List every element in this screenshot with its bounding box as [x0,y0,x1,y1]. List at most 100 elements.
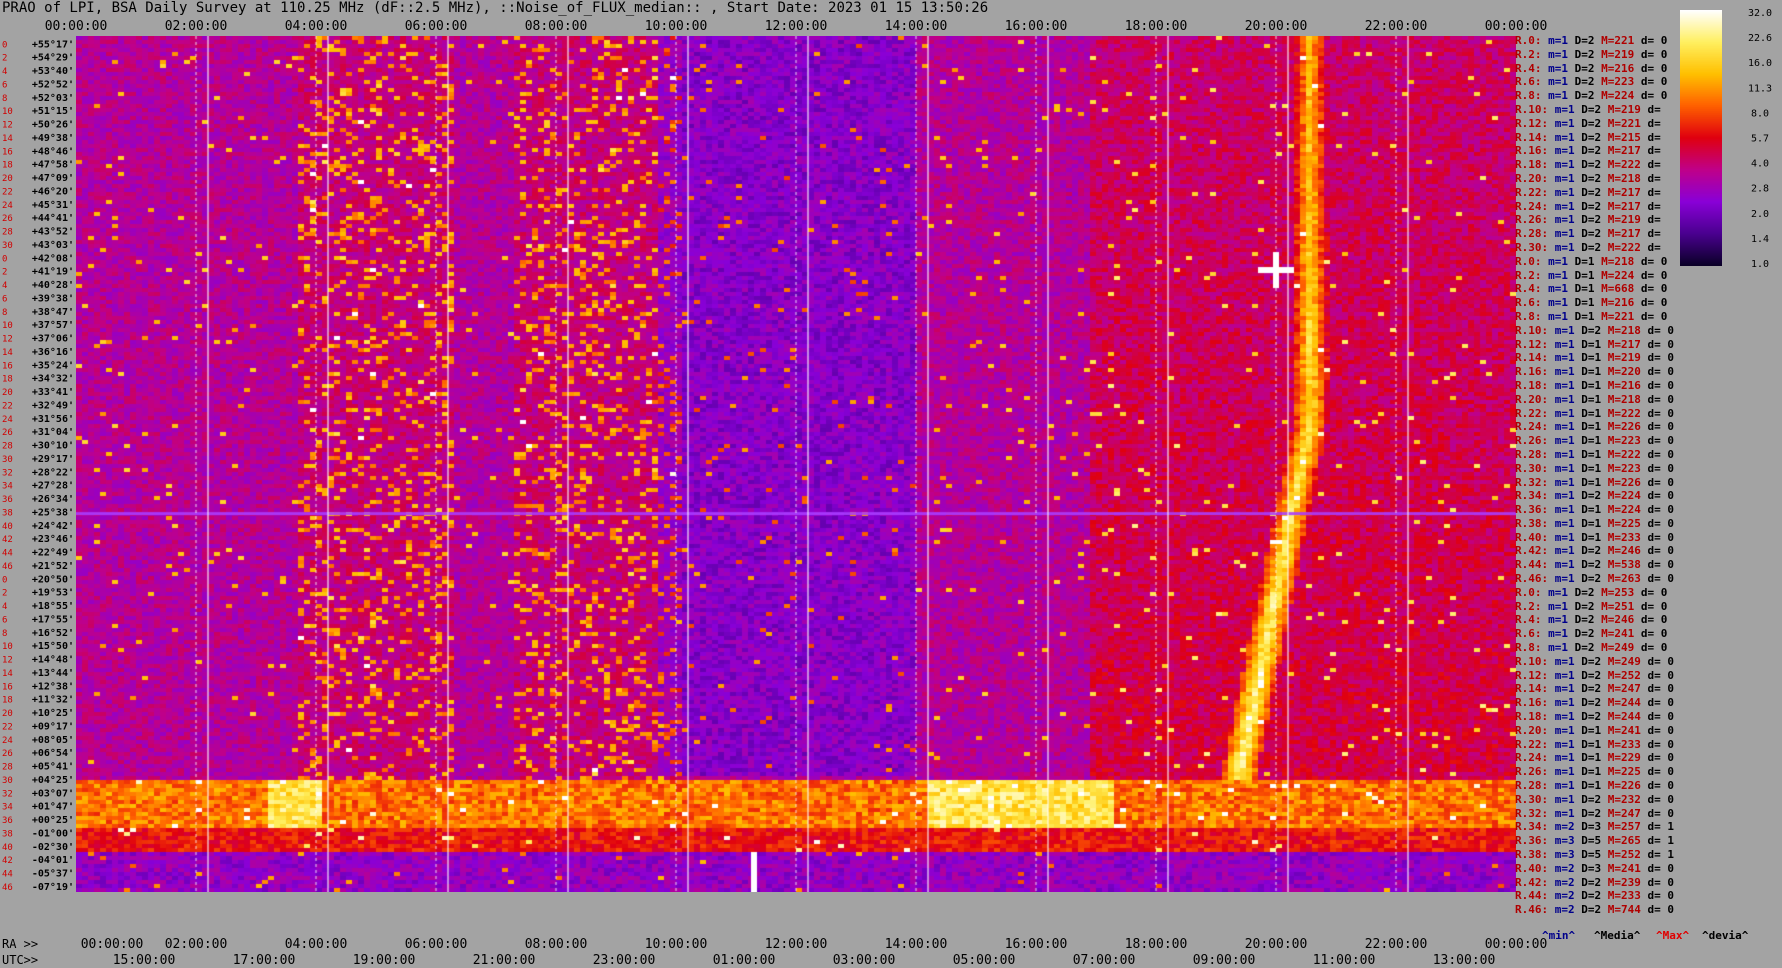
row-stat: R.6: m=1 D=2 M=223 d= 0 [1515,75,1674,89]
stat-value: 217 [1621,144,1641,158]
stat-key [1634,641,1641,654]
dec-label: +37°06' [32,334,74,345]
stat-key: m= [1548,61,1562,75]
stat-value: 1 [1561,47,1568,61]
stat-value: 1 [1568,668,1575,682]
stat-key: m= [1554,420,1568,434]
stat-value: R.8: [1515,641,1542,655]
stat-value: 0 [1667,406,1674,420]
row-stat: R.28: m=1 D=1 M=222 d= 0 [1515,448,1674,462]
top-tick-label: 22:00:00 [1365,19,1428,34]
stat-value: 0 [1660,627,1668,641]
stat-key: D= [1581,130,1595,144]
stat-value: 1 [1568,779,1575,793]
stat-key [1641,503,1648,516]
stat-value: R.38: [1515,848,1549,862]
stat-key [1568,255,1575,268]
stat-key: M= [1607,337,1621,351]
colorbar-tick-label: 22.6 [1748,33,1772,44]
stat-key [1568,296,1575,309]
colorbar-tick-label: 1.4 [1751,234,1769,245]
utc-tick-label: 09:00:00 [1193,953,1256,968]
stat-key [1641,696,1648,709]
stat-key: M= [1607,227,1621,241]
stat-key [1634,282,1641,295]
stat-value: R.42: [1515,875,1549,889]
stat-key: m= [1548,47,1562,61]
stat-key: m= [1548,89,1562,103]
row-index-label: 30 [2,776,13,786]
stat-key [1548,158,1555,171]
stat-value: 224 [1614,268,1635,282]
stat-key: M= [1607,171,1621,185]
stat-value: R.10: [1515,654,1549,668]
dec-label: -05°37' [32,869,74,880]
stat-value: 3 [1568,848,1575,862]
stat-key [1548,227,1555,240]
stat-value: 1 [1587,296,1595,310]
stat-key: m= [1554,530,1568,544]
stat-key: d= [1647,461,1668,475]
dec-label: +10°25' [32,708,74,719]
stat-key [1568,282,1575,295]
stat-value: R.26: [1515,434,1549,448]
stat-key: M= [1607,820,1621,834]
stat-key: m= [1554,185,1568,199]
dec-label: +45°31' [32,200,74,211]
dec-label: +47°09' [32,173,74,184]
stat-key: m= [1554,406,1568,420]
stat-key: D= [1574,34,1588,47]
stat-value: 1 [1568,378,1575,392]
stat-key: M= [1607,392,1621,406]
stat-key: d= [1640,599,1661,613]
stat-value: R.14: [1515,682,1549,696]
stat-value: 221 [1621,116,1641,130]
stat-value: R.12: [1515,668,1549,682]
stat-key: D= [1574,254,1588,268]
row-index-label: 40 [2,522,13,532]
row-stat: R.12: m=1 D=2 M=221 d= [1515,117,1674,131]
stat-value: 263 [1621,572,1641,586]
colorbar-tick-label: 32.0 [1748,8,1772,19]
legend-median: ^Media^ [1594,929,1641,942]
stat-key [1641,669,1648,682]
stat-key [1568,600,1575,613]
stat-value: 1 [1568,461,1575,475]
row-stat: R.44: m=1 D=2 M=538 d= 0 [1515,558,1674,572]
stat-key [1641,393,1648,406]
stat-key [1601,117,1608,130]
stat-value: R.34: [1515,489,1549,503]
stat-value: 1 [1568,227,1575,241]
row-index-label: 38 [2,829,13,839]
stat-key [1601,434,1608,447]
stat-key [1548,200,1555,213]
stat-key [1641,200,1648,213]
row-stat: R.20: m=1 D=1 M=241 d= 0 [1515,724,1674,738]
stat-key: m= [1548,627,1562,641]
stat-key: M= [1607,365,1621,379]
stat-value: 2 [1587,627,1595,641]
dec-label: +53°40' [32,66,74,77]
stat-key: m= [1554,889,1568,903]
colorbar-tick-label: 16.0 [1748,58,1772,69]
stat-key [1641,531,1648,544]
stat-value: 0 [1667,889,1674,903]
stat-key: m= [1554,654,1568,668]
row-stat: R.28: m=1 D=2 M=217 d= [1515,227,1674,241]
stat-key: M= [1607,130,1621,144]
stat-key: D= [1581,461,1595,475]
row-stat: R.20: m=1 D=1 M=218 d= 0 [1515,393,1674,407]
stat-value: 1 [1568,530,1575,544]
stat-value: R.44: [1515,558,1549,572]
stat-value: 1 [1561,34,1568,47]
stat-key [1601,820,1608,833]
dec-label: +24°42' [32,521,74,532]
stat-value: 252 [1621,848,1641,862]
stat-key [1601,531,1608,544]
stat-key [1548,241,1555,254]
stat-key [1548,186,1555,199]
stat-key: m= [1554,240,1568,254]
row-index-label: 14 [2,134,13,144]
stat-key [1601,172,1608,185]
stat-value: 215 [1621,130,1641,144]
